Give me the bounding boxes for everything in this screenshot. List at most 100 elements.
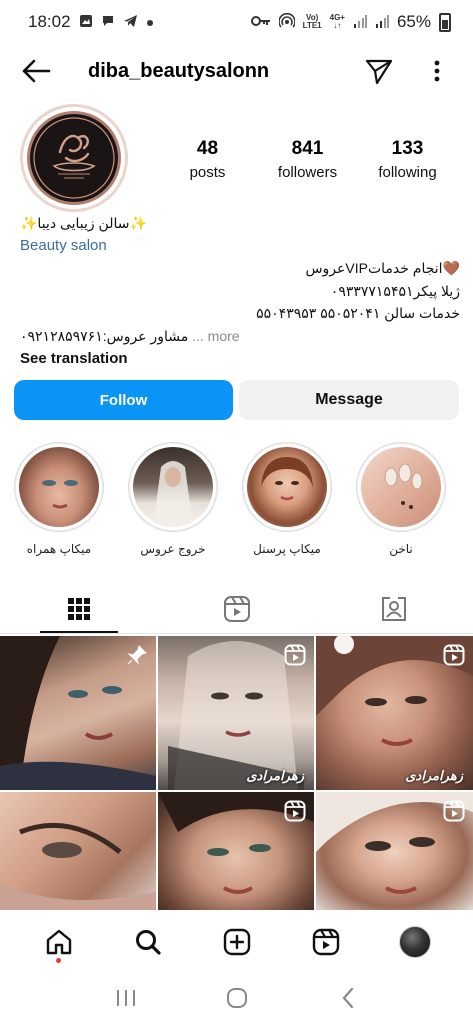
gallery-notification-icon bbox=[79, 14, 93, 31]
home-system-button[interactable] bbox=[212, 978, 262, 1018]
tab-posts-grid[interactable] bbox=[0, 584, 158, 634]
posts-count: 48 bbox=[196, 138, 219, 159]
profile-username: diba_beautysalonn bbox=[88, 59, 270, 82]
message-button[interactable]: Message bbox=[239, 380, 459, 420]
volte-bottom: LTE1 bbox=[302, 21, 322, 30]
highlight-item[interactable]: ناخن bbox=[346, 442, 456, 556]
tab-reels[interactable] bbox=[158, 584, 316, 634]
profile-top-bar: diba_beautysalonn bbox=[0, 44, 473, 98]
nav-create[interactable] bbox=[214, 919, 260, 965]
post-thumbnail[interactable] bbox=[0, 792, 156, 910]
post-watermark: زهرامرادی bbox=[405, 769, 463, 784]
bio-line-4: مشاور عروس:۰۹۲۱۲۸۵۹۷۶۱ bbox=[20, 327, 189, 344]
telegram-notification-icon bbox=[123, 14, 138, 31]
profile-content-tabs bbox=[0, 584, 473, 634]
following-count: 133 bbox=[391, 138, 424, 159]
posts-grid: زهرامرادی زهرامرادی bbox=[0, 636, 473, 910]
status-left: 18:02 bbox=[28, 12, 154, 32]
post-thumbnail[interactable] bbox=[158, 792, 314, 910]
highlight-cover-ring bbox=[356, 442, 446, 532]
highlight-item[interactable]: میکاپ پرسنل bbox=[232, 442, 342, 556]
post-thumbnail[interactable] bbox=[316, 792, 473, 910]
status-bar: 18:02 Vo) LTE1 4G+ ↓↑ 65% bbox=[0, 0, 473, 44]
bio-line-3: خدمات سالن ۵۵۰۵۲۰۴۱ ۵۵۰۴۳۹۵۳ bbox=[256, 305, 460, 321]
nav-profile[interactable] bbox=[392, 919, 438, 965]
post-watermark: زهرامرادی bbox=[246, 769, 304, 784]
chevron-left-icon bbox=[342, 987, 353, 1009]
tabs-divider bbox=[0, 633, 473, 634]
chat-notification-icon bbox=[101, 14, 115, 31]
back-button[interactable] bbox=[16, 51, 56, 91]
highlight-item[interactable]: میکاپ همراه bbox=[4, 442, 114, 556]
bio-name: ✨سالن زیبایی دیبا✨ bbox=[20, 215, 147, 231]
highlight-item[interactable]: خروج عروس bbox=[118, 442, 228, 556]
hotspot-icon bbox=[277, 12, 296, 32]
highlight-cover-ring bbox=[242, 442, 332, 532]
reel-badge-icon bbox=[284, 644, 306, 666]
reel-badge-icon bbox=[284, 800, 306, 822]
pinned-icon bbox=[127, 645, 147, 665]
recent-apps-button[interactable] bbox=[101, 978, 151, 1018]
profile-actions: Follow Message bbox=[14, 380, 459, 420]
data-arrows-icon: ↓↑ bbox=[333, 21, 342, 30]
recent-apps-icon bbox=[116, 990, 135, 1006]
reels-icon bbox=[312, 928, 339, 956]
home-circle-icon bbox=[226, 988, 247, 1008]
highlight-label: ناخن bbox=[389, 542, 413, 556]
profile-avatar[interactable] bbox=[20, 104, 128, 212]
posts-stat[interactable]: 48 posts bbox=[160, 138, 255, 181]
follow-button[interactable]: Follow bbox=[14, 380, 233, 420]
highlight-label: میکاپ همراه bbox=[26, 542, 92, 556]
bio-more-link[interactable]: ... more bbox=[192, 328, 239, 344]
grid-icon bbox=[67, 598, 90, 620]
volte-indicator: Vo) LTE1 bbox=[303, 14, 322, 30]
profile-header: 48 posts 841 followers 133 following bbox=[0, 104, 473, 212]
salon-logo bbox=[27, 111, 121, 205]
tab-tagged[interactable] bbox=[315, 584, 473, 634]
post-thumbnail[interactable] bbox=[0, 636, 156, 790]
signal-2-icon bbox=[375, 14, 389, 31]
bio-line-4-row: مشاور عروس:۰۹۲۱۲۸۵۹۷۶۱ ... more bbox=[20, 325, 460, 348]
posts-label: posts bbox=[189, 164, 226, 181]
paper-plane-icon bbox=[365, 59, 393, 85]
share-profile-button[interactable] bbox=[359, 51, 399, 91]
following-label: following bbox=[378, 164, 437, 181]
key-icon bbox=[250, 15, 271, 30]
see-translation-link[interactable]: See translation bbox=[20, 348, 460, 371]
plus-square-icon bbox=[223, 928, 250, 956]
following-stat[interactable]: 133 following bbox=[360, 138, 455, 181]
highlight-label: میکاپ پرسنل bbox=[253, 542, 321, 556]
bio-category[interactable]: Beauty salon bbox=[20, 235, 460, 258]
system-navigation-bar bbox=[0, 972, 473, 1024]
search-icon bbox=[135, 930, 161, 955]
reel-badge-icon bbox=[443, 800, 465, 822]
more-options-button[interactable] bbox=[417, 51, 457, 91]
highlight-cover-image bbox=[19, 447, 99, 527]
own-avatar bbox=[398, 926, 431, 958]
highlight-cover-image bbox=[361, 447, 441, 527]
notification-dot bbox=[56, 958, 61, 963]
followers-label: followers bbox=[277, 164, 338, 181]
profile-bio: ✨سالن زیبایی دیبا✨ Beauty salon 🤎انجام خ… bbox=[20, 212, 460, 371]
battery-percent: 65% bbox=[396, 12, 431, 31]
nav-search[interactable] bbox=[125, 919, 171, 965]
arrow-left-icon bbox=[22, 59, 51, 83]
nav-reels[interactable] bbox=[303, 919, 349, 965]
back-system-button[interactable] bbox=[323, 978, 373, 1018]
post-thumbnail[interactable]: زهرامرادی bbox=[316, 636, 473, 790]
post-thumbnail[interactable]: زهرامرادی bbox=[158, 636, 314, 790]
bottom-navigation bbox=[0, 912, 473, 972]
followers-stat[interactable]: 841 followers bbox=[260, 138, 355, 181]
highlight-cover-ring bbox=[14, 442, 104, 532]
reel-badge-icon bbox=[443, 644, 465, 666]
status-right: Vo) LTE1 4G+ ↓↑ 65% bbox=[250, 12, 451, 32]
bio-line-2: ژیلا پیکر۰۹۳۳۷۷۱۵۴۵۱ bbox=[330, 282, 460, 299]
bio-line-1: 🤎انجام خدماتVIPعروس bbox=[305, 260, 460, 276]
story-highlights: میکاپ همراه خروج عروس میکاپ پرسنل ناخن bbox=[0, 442, 473, 562]
highlight-cover-image bbox=[247, 447, 327, 527]
home-icon bbox=[46, 929, 71, 955]
tagged-icon bbox=[382, 597, 407, 621]
nav-home[interactable] bbox=[36, 919, 82, 965]
status-time: 18:02 bbox=[28, 12, 71, 31]
highlight-cover-image bbox=[133, 447, 213, 527]
